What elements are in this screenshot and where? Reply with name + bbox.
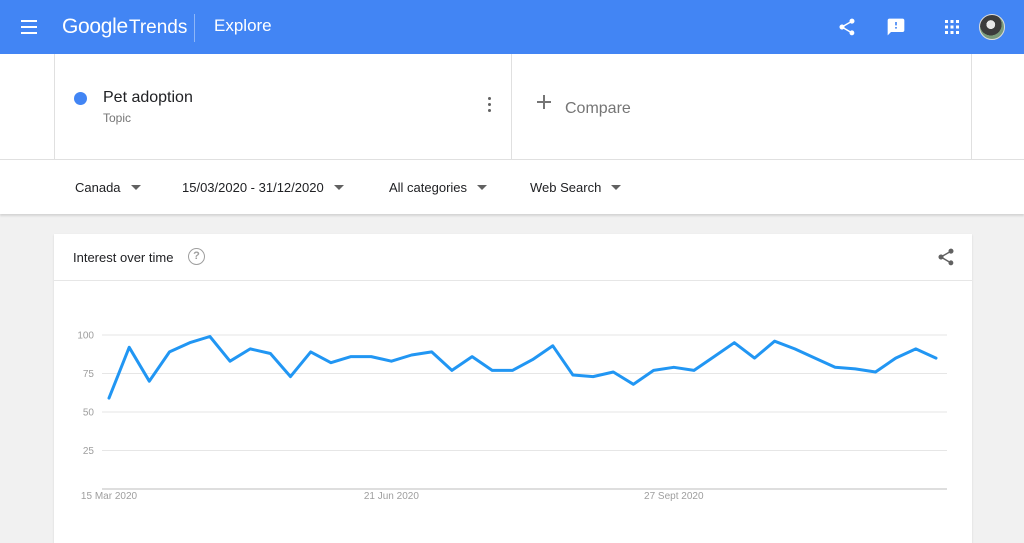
logo-trends-text: Trends	[128, 17, 188, 38]
category-dropdown[interactable]: All categories	[389, 180, 488, 195]
x-tick-label: 15 Mar 2020	[81, 491, 138, 502]
interest-over-time-card: Interest over time ? 25 50 75 100 15 Mar 202…	[54, 234, 972, 543]
date-range-label: 15/03/2020 - 31/12/2020	[182, 180, 324, 195]
term-color-dot	[74, 92, 87, 105]
dropdown-arrow-icon	[130, 185, 141, 190]
search-terms-bar: Pet adoption Topic Compare	[0, 54, 1024, 160]
search-type-label: Web Search	[530, 180, 602, 195]
search-type-dropdown[interactable]: Web Search	[530, 180, 622, 195]
x-tick-label: 21 Jun 2020	[364, 491, 419, 502]
search-term-type: Topic	[103, 111, 132, 125]
filter-bar: Canada 15/03/2020 - 31/12/2020 All categ…	[0, 160, 1024, 214]
series-line	[107, 335, 938, 400]
region-label: Canada	[75, 180, 121, 195]
logo-google-text: Google	[62, 15, 128, 38]
account-avatar[interactable]	[979, 14, 1005, 40]
y-tick-label: 50	[83, 408, 95, 419]
y-tick-label: 75	[83, 369, 95, 380]
apps-icon[interactable]	[940, 15, 964, 39]
date-range-dropdown[interactable]: 15/03/2020 - 31/12/2020	[182, 180, 344, 195]
more-vert-icon[interactable]	[483, 96, 495, 114]
menu-icon[interactable]	[18, 18, 42, 36]
plus-icon	[536, 94, 552, 110]
share-icon[interactable]	[835, 15, 859, 39]
dropdown-arrow-icon	[477, 185, 488, 190]
google-trends-logo[interactable]: GoogleTrends	[62, 14, 187, 40]
y-tick-label: 25	[83, 446, 95, 457]
compare-label: Compare	[565, 100, 631, 117]
compare-button[interactable]: Compare	[512, 54, 972, 160]
feedback-icon[interactable]	[884, 15, 908, 39]
y-tick-label: 100	[77, 331, 94, 342]
search-term-name: Pet adoption	[103, 89, 193, 106]
region-dropdown[interactable]: Canada	[75, 180, 141, 195]
category-label: All categories	[389, 180, 468, 195]
interest-over-time-chart[interactable]: 25 50 75 100 15 Mar 2020 21 Jun 2020 27 Sept 2…	[54, 234, 972, 543]
top-app-bar: GoogleTrends Explore	[0, 0, 1024, 54]
x-tick-label: 27 Sept 2020	[644, 491, 704, 502]
search-term-card[interactable]: Pet adoption Topic	[54, 54, 512, 160]
header-divider	[194, 14, 195, 42]
dropdown-arrow-icon	[333, 185, 344, 190]
page-title: Explore	[214, 16, 272, 35]
dropdown-arrow-icon	[611, 185, 622, 190]
